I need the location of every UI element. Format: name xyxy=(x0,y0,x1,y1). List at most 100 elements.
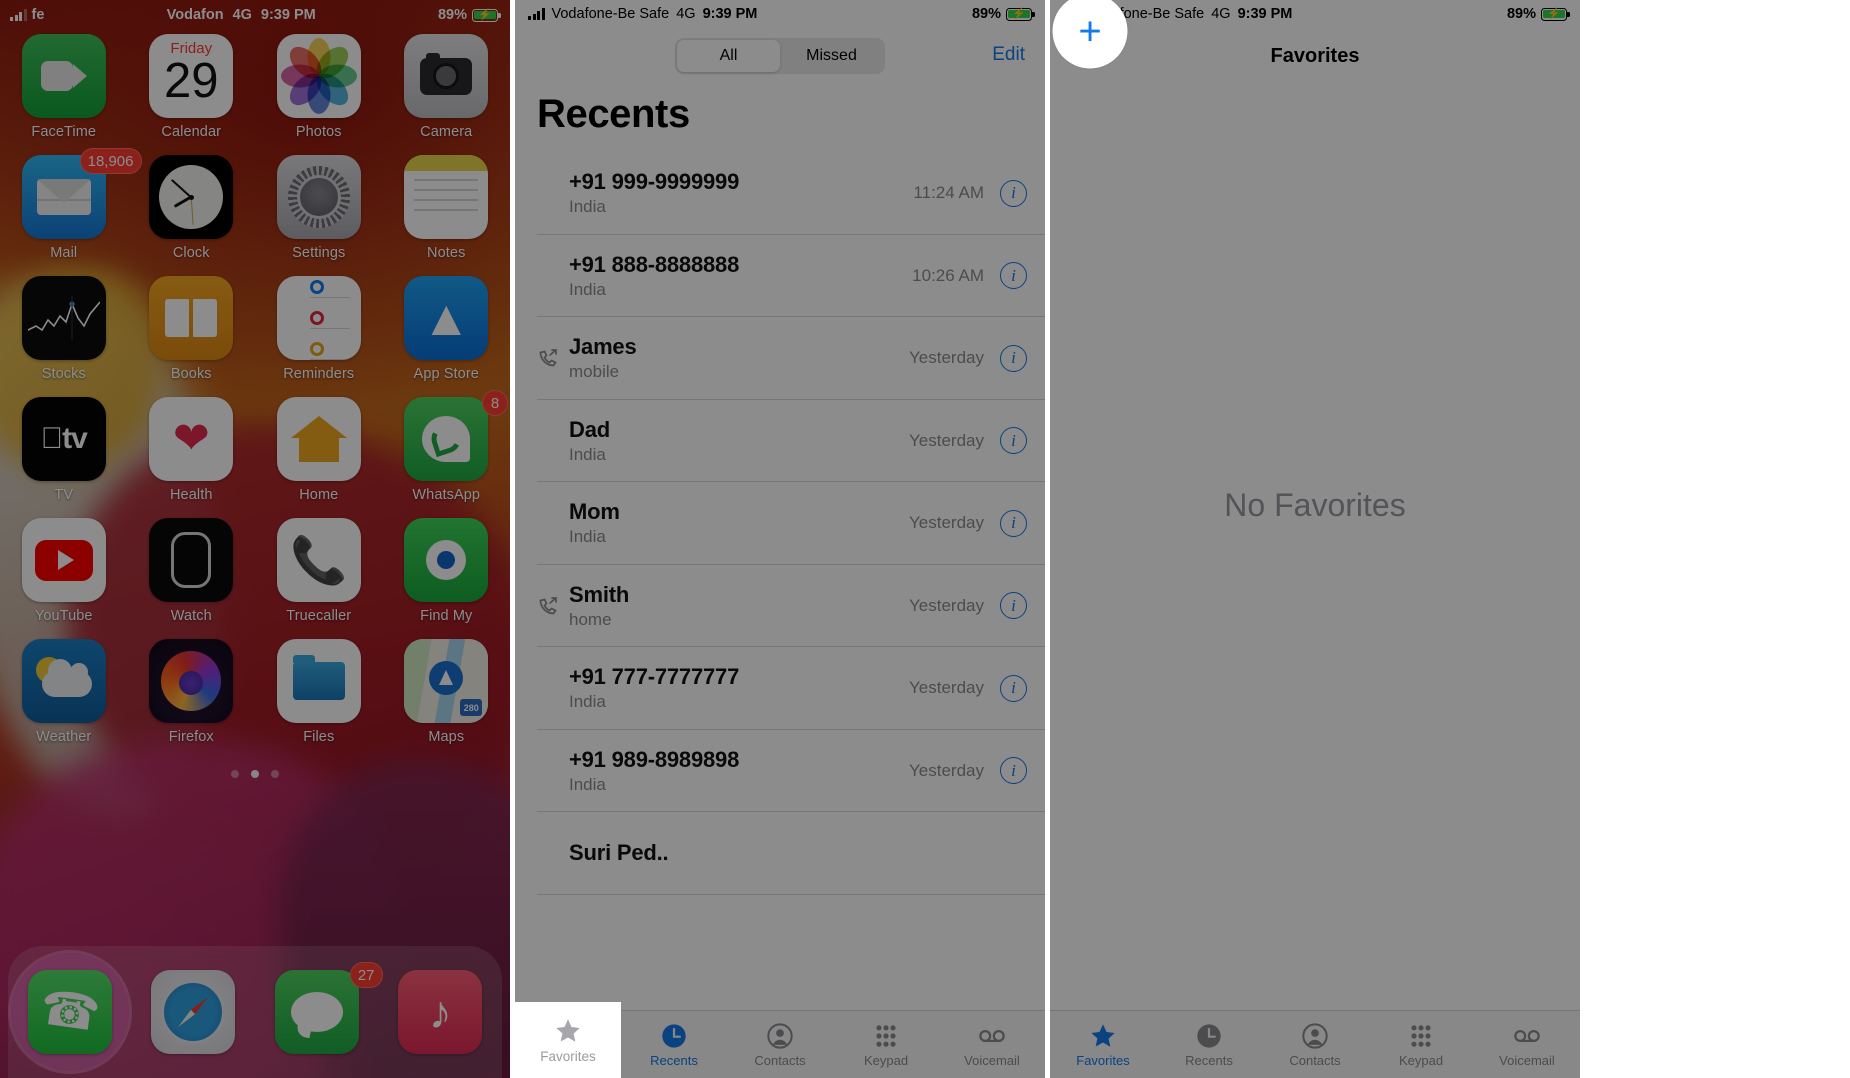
app-stocks[interactable]: Stocks xyxy=(0,276,128,397)
app-mail[interactable]: 18,906 Mail xyxy=(0,148,142,276)
info-icon[interactable]: i xyxy=(1000,674,1027,702)
app-label: Photos xyxy=(295,124,342,140)
clock-label: 9:39 PM xyxy=(260,7,316,23)
favorites-tab-tap-highlight[interactable]: Favorites xyxy=(515,1002,621,1078)
app-maps[interactable]: 280 Maps xyxy=(383,639,511,760)
tab-label: Favorites xyxy=(540,1048,596,1064)
recents-call-list[interactable]: +91 999-9999999 India 11:24 AM i +91 888… xyxy=(515,152,1045,1010)
youtube-icon xyxy=(21,518,106,602)
tab-recents[interactable]: Recents xyxy=(1156,1011,1262,1078)
app-appstore[interactable]: ▲ App Store xyxy=(383,276,511,397)
watch-icon xyxy=(149,518,234,602)
app-tv[interactable]: tv TV xyxy=(0,397,128,518)
call-row[interactable]: Smith home Yesterday i xyxy=(515,565,1045,648)
dock-app-safari[interactable] xyxy=(132,970,256,1054)
call-row[interactable]: James mobile Yesterday i xyxy=(515,317,1045,400)
files-icon xyxy=(276,639,361,723)
app-label: Home xyxy=(299,487,339,503)
firefox-icon xyxy=(149,639,234,723)
app-label: Camera xyxy=(420,124,473,140)
app-whatsapp[interactable]: 8 WhatsApp xyxy=(383,390,511,518)
call-time: 10:26 AM xyxy=(912,265,984,285)
app-reminders[interactable]: Reminders xyxy=(255,276,383,397)
app-findmy[interactable]: Find My xyxy=(383,518,511,639)
battery-charging-icon: ⚡ xyxy=(1006,7,1035,21)
status-left-label: fe xyxy=(31,7,45,23)
info-icon[interactable]: i xyxy=(1000,179,1027,207)
favorites-nav-bar: + Favorites xyxy=(1050,28,1580,90)
call-sub: India xyxy=(569,774,606,794)
info-icon[interactable]: i xyxy=(1000,592,1027,620)
app-label: App Store xyxy=(413,366,479,382)
call-row[interactable]: Mom India Yesterday i xyxy=(515,482,1045,565)
facetime-icon xyxy=(21,34,106,118)
call-row[interactable]: +91 888-8888888 India 10:26 AM i xyxy=(515,235,1045,318)
screenshot-stage: fe Vodafon 4G 9:39 PM 89% ⚡ FaceTime Fri… xyxy=(0,0,1850,1078)
app-calendar[interactable]: Friday 29 Calendar xyxy=(128,34,256,155)
app-label: Firefox xyxy=(168,729,214,745)
app-notes[interactable]: Notes xyxy=(383,155,511,276)
app-label: Calendar xyxy=(161,124,222,140)
empty-favorites-message: No Favorites xyxy=(1224,486,1406,523)
call-name: +91 888-8888888 xyxy=(569,251,740,277)
tab-favorites[interactable]: Favorites xyxy=(1050,1011,1156,1078)
tab-recents[interactable]: Recents xyxy=(621,1011,727,1078)
dock-app-phone[interactable]: ☎ xyxy=(8,953,132,1071)
mail-badge: 18,906 xyxy=(79,148,142,174)
camera-icon xyxy=(404,34,489,118)
call-row[interactable]: Dad India Yesterday i xyxy=(515,400,1045,483)
edit-button[interactable]: Edit xyxy=(992,44,1025,66)
star-icon xyxy=(1089,1022,1117,1050)
tab-label: Voicemail xyxy=(1499,1052,1555,1068)
call-row[interactable]: +91 777-7777777 India Yesterday i xyxy=(515,647,1045,730)
info-icon[interactable]: i xyxy=(1000,757,1027,785)
keypad-icon xyxy=(1407,1022,1435,1050)
call-row[interactable]: +91 999-9999999 India 11:24 AM i xyxy=(515,152,1045,235)
page-title: Favorites xyxy=(1270,45,1360,67)
tab-label: Voicemail xyxy=(964,1052,1020,1068)
tab-voicemail[interactable]: Voicemail xyxy=(939,1011,1045,1078)
app-photos[interactable]: Photos xyxy=(255,34,383,155)
info-icon[interactable]: i xyxy=(1000,344,1027,372)
info-icon[interactable]: i xyxy=(1000,262,1027,290)
app-firefox[interactable]: Firefox xyxy=(128,639,256,760)
segment-missed[interactable]: Missed xyxy=(780,40,883,72)
tab-contacts[interactable]: Contacts xyxy=(1262,1011,1368,1078)
call-row[interactable]: Suri Ped.. xyxy=(515,812,1045,895)
call-time: Yesterday xyxy=(909,348,984,368)
safari-icon xyxy=(151,970,236,1054)
info-icon[interactable]: i xyxy=(1000,509,1027,537)
tab-keypad[interactable]: Keypad xyxy=(833,1011,939,1078)
app-camera[interactable]: Camera xyxy=(383,34,511,155)
status-bar-favorites: Vodafone-Be Safe 4G 9:39 PM 89% ⚡ xyxy=(1050,0,1580,28)
app-watch[interactable]: Watch xyxy=(128,518,256,639)
dock-app-music[interactable]: ♪ xyxy=(379,970,503,1054)
app-files[interactable]: Files xyxy=(255,639,383,760)
appstore-icon: ▲ xyxy=(404,276,489,360)
info-icon[interactable]: i xyxy=(1000,427,1027,455)
tab-contacts[interactable]: Contacts xyxy=(727,1011,833,1078)
panel-home-screen: fe Vodafon 4G 9:39 PM 89% ⚡ FaceTime Fri… xyxy=(0,0,510,1078)
app-youtube[interactable]: YouTube xyxy=(0,518,128,639)
call-row[interactable]: +91 989-8989898 India Yesterday i xyxy=(515,730,1045,813)
tab-keypad[interactable]: Keypad xyxy=(1368,1011,1474,1078)
carrier-label: Vodafon xyxy=(166,7,224,23)
page-dots[interactable] xyxy=(0,770,510,778)
tab-label: Contacts xyxy=(754,1052,806,1068)
app-home[interactable]: Home xyxy=(255,397,383,518)
carrier-label: Vodafone-Be Safe xyxy=(551,6,670,22)
segment-all[interactable]: All xyxy=(677,40,780,72)
app-weather[interactable]: Weather xyxy=(0,639,128,760)
battery-charging-icon: ⚡ xyxy=(472,8,501,22)
app-health[interactable]: ❤ Health xyxy=(128,397,256,518)
dock-app-messages[interactable]: 27 xyxy=(255,962,383,1054)
app-facetime[interactable]: FaceTime xyxy=(0,34,128,155)
app-label: Files xyxy=(303,729,335,745)
tab-voicemail[interactable]: Voicemail xyxy=(1474,1011,1580,1078)
app-settings[interactable]: Settings xyxy=(255,155,383,276)
call-sub: India xyxy=(569,692,606,712)
app-books[interactable]: Books xyxy=(128,276,256,397)
app-clock[interactable]: Clock xyxy=(128,155,256,276)
calls-filter-segmented-control[interactable]: All Missed xyxy=(675,38,885,74)
app-truecaller[interactable]: 📞 Truecaller xyxy=(255,518,383,639)
